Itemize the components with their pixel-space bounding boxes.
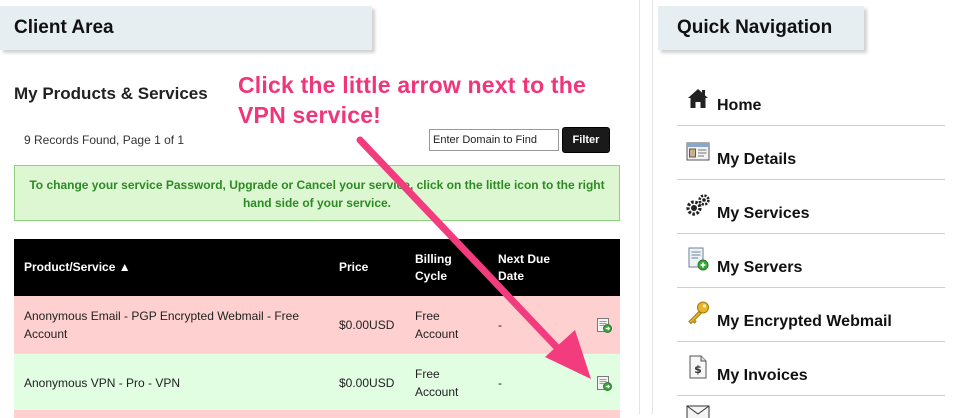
client-area-title: Client Area (0, 6, 372, 50)
manage-service-button[interactable] (592, 296, 616, 353)
svg-text:$: $ (694, 363, 702, 376)
server-document-icon (688, 247, 709, 271)
product-cell: Anonymous Email - PGP Encrypted Webmail … (24, 308, 299, 341)
billing-cycle-cell: Free Account (415, 308, 459, 341)
nav-item-my-invoices[interactable]: $ My Invoices (677, 342, 945, 396)
nav-item-home[interactable]: Home (677, 72, 945, 126)
table-row: Anonymous VPN - Pro - VPN $0.00USD Free … (14, 353, 620, 410)
table-row: Anonymous Email - PGP Encrypted Webmail … (14, 296, 620, 353)
envelope-icon (686, 405, 710, 418)
column-header-billing-cycle[interactable]: Billing Cycle (415, 239, 475, 296)
service-details-icon[interactable] (596, 375, 612, 391)
quick-navigation-title: Quick Navigation (658, 6, 864, 50)
next-due-cell: - (498, 375, 502, 390)
annotation-text: Click the little arrow next to the VPN s… (238, 72, 587, 128)
filter-button[interactable]: Filter (562, 127, 610, 153)
column-header-product[interactable]: Product/Service ▲ (24, 239, 324, 296)
price-cell: $0.00USD (339, 375, 395, 390)
quick-nav-list: Home My Details My Services My Servers M… (677, 72, 945, 418)
client-area-panel: Client Area My Products & Services 9 Rec… (0, 0, 640, 418)
column-header-next-due[interactable]: Next Due Date (498, 239, 562, 296)
service-details-icon[interactable] (596, 317, 612, 333)
records-count: 9 Records Found, Page 1 of 1 (24, 133, 185, 147)
services-table: Product/Service ▲ Price Billing Cycle Ne… (14, 239, 620, 418)
manage-service-button[interactable] (592, 354, 616, 411)
nav-item-my-details[interactable]: My Details (677, 126, 945, 180)
nav-label: My Invoices (717, 367, 808, 384)
nav-item-my-encrypted-webmail[interactable]: My Encrypted Webmail (677, 288, 945, 342)
table-row-partial (14, 410, 620, 418)
billing-cycle-cell: Free Account (415, 366, 459, 399)
gears-icon (686, 194, 710, 216)
nav-label: My Services (717, 205, 810, 222)
product-cell: Anonymous VPN - Pro - VPN (24, 375, 181, 390)
tutorial-annotation: Click the little arrow next to the VPN s… (238, 70, 610, 130)
nav-item-partial[interactable] (677, 396, 945, 418)
key-icon (688, 301, 709, 325)
info-message: To change your service Password, Upgrade… (14, 165, 620, 221)
id-card-icon (686, 142, 710, 161)
products-services-heading: My Products & Services (14, 84, 208, 103)
nav-label: Home (717, 97, 762, 114)
domain-search-input[interactable] (429, 129, 559, 151)
nav-item-my-servers[interactable]: My Servers (677, 234, 945, 288)
nav-label: My Servers (717, 259, 803, 276)
table-header: Product/Service ▲ Price Billing Cycle Ne… (14, 239, 620, 296)
nav-item-my-services[interactable]: My Services (677, 180, 945, 234)
column-header-price[interactable]: Price (339, 239, 414, 296)
price-cell: $0.00USD (339, 317, 395, 332)
nav-label: My Details (717, 151, 797, 168)
nav-label: My Encrypted Webmail (717, 313, 892, 330)
quick-navigation-panel: Quick Navigation Home My Details My Serv… (652, 0, 954, 418)
home-icon (688, 89, 708, 108)
invoice-dollar-icon: $ (689, 355, 707, 379)
next-due-cell: - (498, 317, 502, 332)
